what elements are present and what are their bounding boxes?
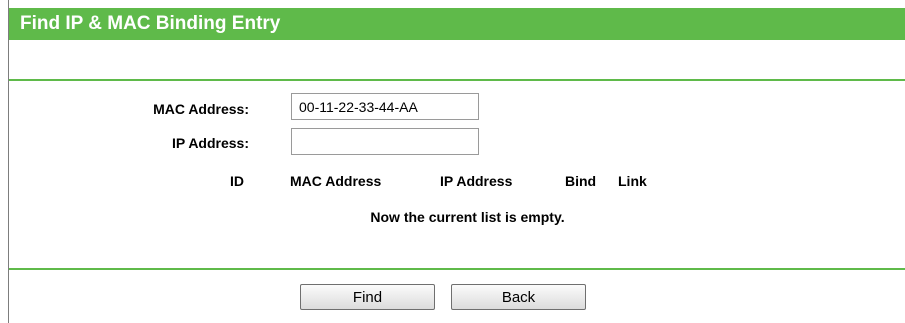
- mac-address-label: MAC Address:: [153, 101, 249, 117]
- ip-address-label: IP Address:: [171, 135, 249, 151]
- mac-address-input[interactable]: [291, 93, 479, 120]
- find-button[interactable]: Find: [300, 284, 435, 310]
- top-divider: [9, 79, 905, 81]
- empty-list-message: Now the current list is empty.: [370, 209, 565, 225]
- ip-address-input[interactable]: [291, 128, 479, 155]
- page-title: Find IP & MAC Binding Entry: [9, 8, 905, 40]
- back-button[interactable]: Back: [451, 284, 586, 310]
- column-header-ip-address: IP Address: [440, 173, 513, 189]
- bottom-divider: [9, 268, 905, 270]
- column-header-link: Link: [618, 173, 647, 189]
- column-header-bind: Bind: [565, 173, 597, 189]
- column-header-id: ID: [230, 173, 244, 189]
- page-frame: Find IP & MAC Binding Entry MAC Address:…: [8, 0, 905, 323]
- column-header-mac-address: MAC Address: [290, 173, 382, 189]
